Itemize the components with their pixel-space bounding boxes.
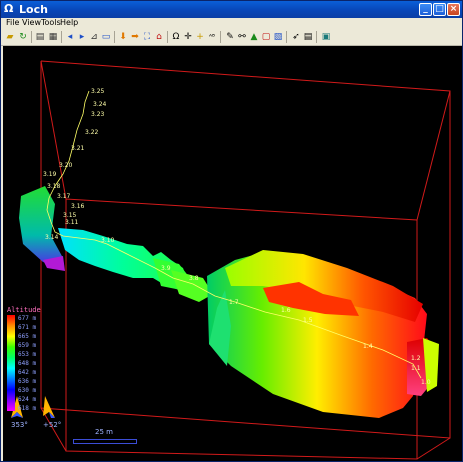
clino-icon[interactable] <box>43 396 55 418</box>
station-label: 3.20 <box>59 162 73 169</box>
station-label: 3.11 <box>65 219 79 226</box>
station-label: 3.18 <box>47 183 61 190</box>
scale-bar <box>73 439 137 444</box>
station-label: 3.8 <box>189 275 199 282</box>
compass-heading: 353° <box>11 421 28 429</box>
link-icon[interactable]: ⚯ <box>236 31 248 43</box>
station-label: 1.6 <box>281 307 291 314</box>
station-label: 1.0 <box>421 379 431 386</box>
station-label: 1.4 <box>363 343 373 350</box>
monitor-icon[interactable]: ▣ <box>320 31 332 43</box>
print-icon[interactable]: ▤ <box>34 31 46 43</box>
3d-viewport[interactable]: 3.25 3.24 3.23 3.22 3.21 3.20 3.19 3.18 … <box>3 46 462 461</box>
legend-label: 671 m <box>18 324 37 331</box>
legend-label: 665 m <box>18 333 37 340</box>
station-label: 3.15 <box>63 212 77 219</box>
arrow-down-icon[interactable]: ⬇ <box>117 31 129 43</box>
toolbar-separator <box>220 31 221 43</box>
cave-model: 3.25 3.24 3.23 3.22 3.21 3.20 3.19 3.18 … <box>11 60 451 460</box>
cave-passage-middle <box>58 228 213 302</box>
station-label: 3.16 <box>71 203 85 210</box>
screen-icon[interactable]: ▭ <box>100 31 112 43</box>
station-label: 3.9 <box>161 265 171 272</box>
menu-file[interactable]: File <box>6 18 19 27</box>
station-label: 3.22 <box>85 129 99 136</box>
refresh-icon[interactable]: ↻ <box>17 31 29 43</box>
pencil-icon[interactable]: ✎ <box>224 31 236 43</box>
toolbar-separator <box>286 31 287 43</box>
title-bar[interactable]: Ω Loch _ □ × <box>1 1 462 18</box>
box-icon[interactable]: ▢ <box>260 31 272 43</box>
station-label: 3.19 <box>43 171 57 178</box>
altitude-legend: Altitude 677 m 671 m 665 m 659 m 653 m 6… <box>7 306 47 412</box>
window-title: Loch <box>19 3 48 16</box>
open-icon[interactable]: ▰ <box>4 31 16 43</box>
station-label: 3.25 <box>91 88 105 95</box>
toolbar-separator <box>31 31 32 43</box>
toolbar: ▰ ↻ ▤ ▦ ◂ ▸ ⊿ ▭ ⬇ ➡ ⛶ ⌂ Ω ✛ + ᴬᴮ ✎ ⚯ ▲ ▢… <box>1 29 462 46</box>
station-label: 1.7 <box>229 299 239 306</box>
home-icon[interactable]: ⌂ <box>153 31 165 43</box>
station-label: 1.5 <box>303 317 313 324</box>
plus-icon[interactable]: + <box>194 31 206 43</box>
cave-passage-main <box>207 250 439 418</box>
legend-label: 648 m <box>18 360 37 367</box>
legend-label: 642 m <box>18 369 37 376</box>
toolbar-separator <box>61 31 62 43</box>
print-preview-icon[interactable]: ▦ <box>47 31 59 43</box>
station-label: 3.10 <box>101 237 115 244</box>
toolbar-separator <box>114 31 115 43</box>
fit-icon[interactable]: ⛶ <box>141 31 153 43</box>
station-label: 3.14 <box>45 234 59 241</box>
arrow-right-icon[interactable]: ➡ <box>129 31 141 43</box>
text-icon[interactable]: ᴬᴮ <box>206 31 218 43</box>
forward-icon[interactable]: ▸ <box>76 31 88 43</box>
station-label: 3.17 <box>57 193 71 200</box>
legend-label: 677 m <box>18 315 37 322</box>
station-label: 3.24 <box>93 101 107 108</box>
close-button[interactable]: × <box>447 3 460 16</box>
legend-title: Altitude <box>7 306 41 314</box>
legend-label: 618 m <box>18 405 37 412</box>
app-icon: Ω <box>4 2 14 15</box>
maximize-button[interactable]: □ <box>433 3 446 16</box>
app-window: Ω Loch _ □ × File View Tools Help ▰ ↻ ▤ … <box>0 0 463 462</box>
legend-label: 653 m <box>18 351 37 358</box>
omega-icon[interactable]: Ω <box>170 31 182 43</box>
station-label: 1.1 <box>411 365 421 372</box>
document-icon[interactable]: ▤ <box>302 31 314 43</box>
layers-icon[interactable]: ▧ <box>272 31 284 43</box>
station-label: 3.23 <box>91 111 105 118</box>
station-label: 3.21 <box>71 145 85 152</box>
ruler-icon[interactable]: ⊿ <box>88 31 100 43</box>
clino-tilt: +52° <box>43 421 62 429</box>
pointer-icon[interactable]: ➶ <box>290 31 302 43</box>
legend-label: 659 m <box>18 342 37 349</box>
menu-view[interactable]: View <box>22 18 41 27</box>
menu-tools[interactable]: Tools <box>41 18 61 27</box>
toolbar-separator <box>316 31 317 43</box>
legend-label: 624 m <box>18 396 37 403</box>
legend-label: 630 m <box>18 387 37 394</box>
minimize-button[interactable]: _ <box>419 3 432 16</box>
station-label: 1.2 <box>411 355 421 362</box>
menu-help[interactable]: Help <box>60 18 78 27</box>
scale-label: 25 m <box>95 428 113 436</box>
back-icon[interactable]: ◂ <box>64 31 76 43</box>
menu-bar: File View Tools Help <box>1 18 462 29</box>
legend-label: 636 m <box>18 378 37 385</box>
toolbar-separator <box>167 31 168 43</box>
crosshair-icon[interactable]: ✛ <box>182 31 194 43</box>
legend-color-bar <box>7 315 15 411</box>
terrain-icon[interactable]: ▲ <box>248 31 260 43</box>
